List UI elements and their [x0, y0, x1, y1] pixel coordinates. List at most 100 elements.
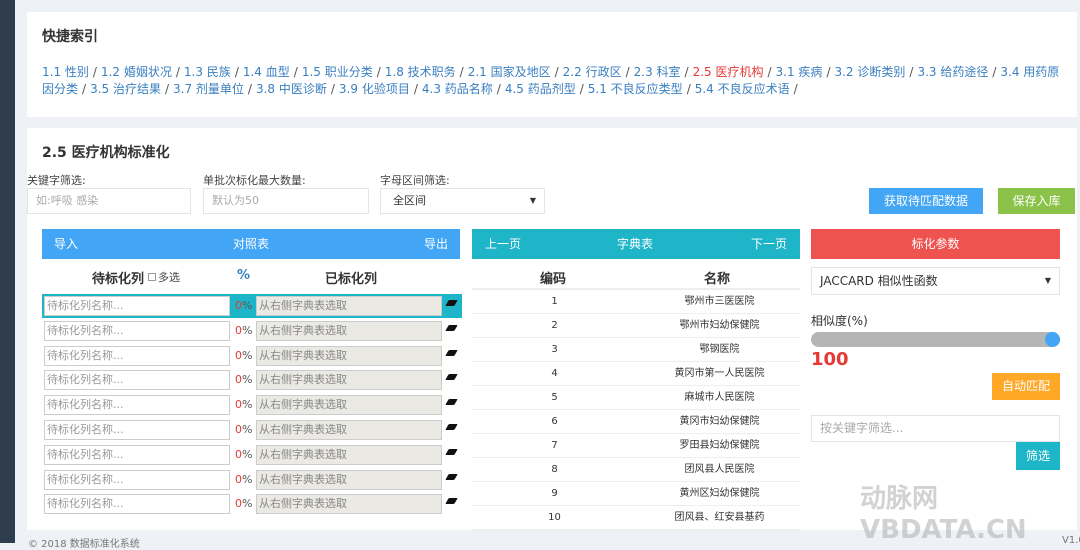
separator: / [234, 65, 239, 79]
quick-index-link[interactable]: 2.3 科室 [634, 65, 681, 79]
quick-index-link[interactable]: 2.5 医疗机构 [693, 65, 764, 79]
quick-index-link[interactable]: 1.4 血型 [243, 65, 290, 79]
quick-index-link[interactable]: 5.4 不良反应术语 [695, 82, 790, 96]
separator: / [413, 82, 418, 96]
done-input[interactable]: 从右侧字典表选取 [256, 494, 442, 515]
eraser-icon[interactable] [445, 399, 458, 406]
quick-index-link[interactable]: 1.5 职业分类 [302, 65, 373, 79]
match-percent: 0% [235, 423, 253, 436]
eraser-icon[interactable] [445, 374, 458, 381]
quick-index-link[interactable]: 1.2 婚姻状况 [101, 65, 172, 79]
dict-row[interactable]: 6 黄冈市妇幼保健院 [472, 410, 800, 434]
eraser-icon[interactable] [445, 300, 458, 306]
params-filter-input[interactable]: 按关键字筛选... [811, 415, 1060, 442]
quick-index-link[interactable]: 5.1 不良反应类型 [588, 82, 683, 96]
similarity-slider[interactable] [811, 332, 1060, 347]
next-page-button[interactable]: 下一页 [751, 229, 787, 259]
done-input[interactable]: 从右侧字典表选取 [256, 320, 442, 341]
match-percent: 0% [235, 299, 253, 312]
range-select[interactable]: 全区间 ▼ [380, 188, 545, 214]
match-percent: 0% [235, 497, 253, 511]
pending-input[interactable]: 待标化列名称... [44, 345, 230, 366]
quick-index-link[interactable]: 3.1 疾病 [776, 65, 823, 79]
quick-index-link[interactable]: 3.2 诊断类别 [834, 65, 905, 79]
mapping-row: 待标化列名称... 0% 从右侧字典表选取 [42, 294, 462, 318]
eraser-icon[interactable] [445, 473, 458, 480]
mapping-title: 对照表 [233, 237, 270, 251]
prev-page-button[interactable]: 上一页 [485, 229, 521, 259]
dict-row[interactable]: 7 罗田县妇幼保健院 [472, 434, 800, 458]
fetch-data-button[interactable]: 获取待匹配数据 [869, 188, 983, 214]
multi-select-label: 多选 [158, 271, 180, 284]
quick-index-title: 快捷索引 [42, 29, 98, 45]
percent-column-header: % [237, 268, 251, 283]
dict-row[interactable]: 4 黄冈市第一人民医院 [472, 362, 800, 386]
slider-handle[interactable] [1045, 332, 1060, 347]
auto-match-button[interactable]: 自动匹配 [992, 373, 1060, 400]
quick-index-link[interactable]: 1.8 技术职务 [385, 65, 456, 79]
separator: / [625, 65, 630, 79]
dict-code: 10 [548, 512, 561, 523]
quick-index-link[interactable]: 3.3 给药途径 [917, 65, 988, 79]
multi-select-checkbox[interactable]: 多选 [148, 269, 180, 285]
done-input[interactable]: 从右侧字典表选取 [256, 395, 442, 416]
similarity-label: 相似度(%) [811, 314, 868, 328]
checkbox-icon [148, 273, 156, 281]
pending-input[interactable]: 待标化列名称... [44, 320, 230, 341]
separator: / [92, 65, 97, 79]
dict-row[interactable]: 3 鄂钢医院 [472, 338, 800, 362]
eraser-icon[interactable] [445, 498, 458, 505]
quick-index-link[interactable]: 3.8 中医诊断 [256, 82, 327, 96]
import-button[interactable]: 导入 [54, 229, 78, 259]
dict-row[interactable]: 9 黄州区妇幼保健院 [472, 482, 800, 506]
eraser-icon[interactable] [445, 424, 458, 430]
quick-index-link[interactable]: 2.2 行政区 [563, 65, 622, 79]
dict-row[interactable]: 5 麻城市人民医院 [472, 386, 800, 410]
quick-index-link[interactable]: 3.7 剂量单位 [173, 82, 244, 96]
pending-input[interactable]: 待标化列名称... [44, 370, 230, 391]
range-value: 全区间 [393, 194, 426, 207]
quick-index-link[interactable]: 2.1 国家及地区 [468, 65, 551, 79]
dict-title: 字典表 [617, 237, 654, 251]
pending-input[interactable]: 待标化列名称... [44, 494, 230, 515]
separator: / [459, 65, 464, 79]
quick-index-link[interactable]: 4.3 药品名称 [422, 82, 493, 96]
dict-code: 9 [551, 488, 558, 499]
batch-input[interactable]: 默认为50 [203, 188, 369, 214]
dict-code: 1 [551, 296, 558, 307]
separator: / [164, 82, 170, 96]
separator: / [330, 82, 335, 96]
quick-index-link[interactable]: 3.9 化验项目 [339, 82, 410, 96]
dict-row[interactable]: 8 团风县人民医院 [472, 458, 800, 482]
done-input[interactable]: 从右侧字典表选取 [256, 345, 442, 366]
pending-input[interactable]: 待标化列名称... [44, 395, 230, 416]
done-input[interactable]: 从右侧字典表选取 [256, 444, 442, 465]
eraser-icon[interactable] [445, 448, 458, 455]
eraser-icon[interactable] [445, 349, 458, 356]
quick-index-link[interactable]: 4.5 药品剂型 [505, 82, 576, 96]
dict-row[interactable]: 1 鄂州市三医医院 [472, 290, 800, 314]
quick-index-link[interactable]: 1.1 性别 [42, 65, 89, 79]
done-input[interactable]: 从右侧字典表选取 [256, 370, 442, 391]
pending-input[interactable]: 待标化列名称... [44, 296, 230, 316]
pending-input[interactable]: 待标化列名称... [44, 420, 230, 440]
dict-row[interactable]: 2 鄂州市妇幼保健院 [472, 314, 800, 338]
quick-index-link[interactable]: 3.5 治疗结果 [90, 82, 161, 96]
export-button[interactable]: 导出 [424, 229, 448, 259]
eraser-icon[interactable] [445, 324, 458, 331]
pending-input[interactable]: 待标化列名称... [44, 469, 230, 490]
pending-input[interactable]: 待标化列名称... [44, 444, 230, 465]
dict-row[interactable]: 10 团风县、红安县基药 [472, 506, 800, 530]
dict-code: 8 [551, 464, 558, 475]
save-button[interactable]: 保存入库 [998, 188, 1075, 214]
done-input[interactable]: 从右侧字典表选取 [256, 296, 442, 316]
filter-button[interactable]: 筛选 [1016, 442, 1060, 470]
keyword-input[interactable]: 如:呼吸 感染 [27, 188, 191, 214]
dict-name: 团风县、红安县基药 [674, 512, 765, 523]
quick-index-card: 快捷索引 1.1 性别/1.2 婚姻状况/1.3 民族/1.4 血型/1.5 职… [27, 12, 1077, 117]
done-input[interactable]: 从右侧字典表选取 [256, 420, 442, 440]
quick-index-link[interactable]: 1.3 民族 [184, 65, 231, 79]
watermark-logo: 动脉网 VBDATA.CN [860, 484, 1027, 545]
done-input[interactable]: 从右侧字典表选取 [256, 469, 442, 490]
function-select[interactable]: JACCARD 相似性函数 ▼ [811, 267, 1060, 295]
